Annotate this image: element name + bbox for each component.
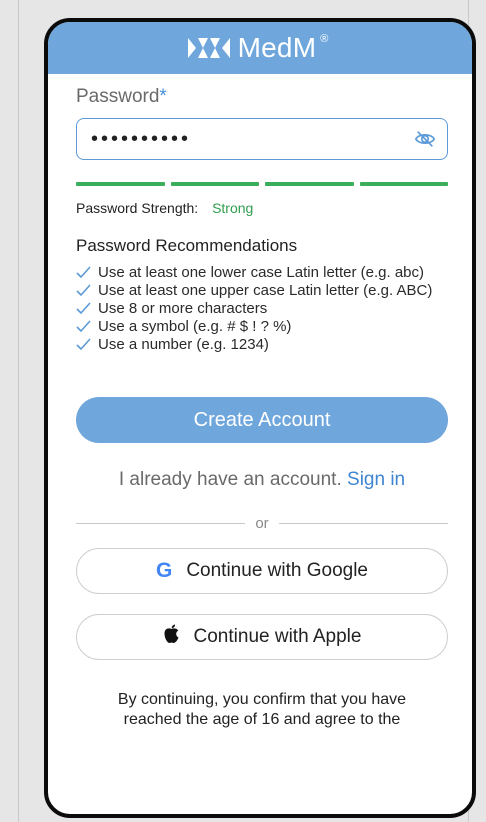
check-icon bbox=[76, 336, 98, 353]
legal-notice: By continuing, you confirm that you have… bbox=[76, 690, 448, 730]
recommendation-text: Use 8 or more characters bbox=[98, 300, 268, 317]
recommendations-title: Password Recommendations bbox=[76, 236, 298, 255]
signin-text: I already have an account. bbox=[118, 469, 342, 490]
signin-link[interactable]: Sign in bbox=[347, 469, 405, 490]
divider-line bbox=[278, 523, 448, 524]
window-edge-left bbox=[18, 0, 19, 822]
google-icon: G bbox=[155, 559, 173, 582]
password-strength-meter bbox=[76, 182, 448, 186]
phone-frame: MedM ® Password* •••••••••• Password Str… bbox=[44, 18, 476, 818]
or-divider: or bbox=[76, 515, 448, 532]
app-header: MedM ® bbox=[48, 22, 472, 74]
password-strength: Password Strength: Strong bbox=[76, 200, 448, 216]
continue-with-google-button[interactable]: G Continue with Google bbox=[76, 548, 448, 594]
recommendation-text: Use a number (e.g. 1234) bbox=[98, 336, 269, 353]
check-icon bbox=[76, 300, 98, 317]
create-account-button[interactable]: Create Account bbox=[76, 397, 448, 443]
recommendation-text: Use a symbol (e.g. # $ ! ? %) bbox=[98, 318, 292, 335]
strength-bar bbox=[76, 182, 165, 186]
brand-name: MedM bbox=[237, 32, 317, 63]
password-label-text: Password bbox=[76, 86, 160, 107]
continue-with-apple-button[interactable]: Continue with Apple bbox=[76, 614, 448, 660]
eye-slash-icon[interactable] bbox=[413, 127, 437, 151]
check-icon bbox=[76, 264, 98, 281]
legal-line: By continuing, you confirm that you have bbox=[117, 691, 407, 708]
recommendation-text: Use at least one upper case Latin letter… bbox=[98, 282, 433, 299]
legal-line: reached the age of 16 and agree to the bbox=[123, 711, 401, 728]
check-icon bbox=[76, 282, 98, 299]
signin-prompt: I already have an account. Sign in bbox=[76, 469, 448, 491]
strength-bar bbox=[359, 182, 448, 186]
check-icon bbox=[76, 318, 98, 335]
registered-mark: ® bbox=[320, 33, 329, 45]
strength-bar bbox=[170, 182, 259, 186]
strength-bar bbox=[265, 182, 354, 186]
required-marker: * bbox=[159, 86, 167, 107]
password-value: •••••••••• bbox=[91, 128, 192, 150]
or-label: or bbox=[255, 515, 269, 532]
strength-label: Password Strength: bbox=[76, 200, 199, 216]
apple-button-label: Continue with Apple bbox=[193, 626, 362, 647]
recommendation-item: Use at least one upper case Latin letter… bbox=[76, 282, 448, 299]
strength-value: Strong bbox=[212, 200, 254, 216]
recommendation-item: Use a symbol (e.g. # $ ! ? %) bbox=[76, 318, 448, 335]
google-button-label: Continue with Google bbox=[186, 560, 368, 581]
divider-line bbox=[76, 523, 246, 524]
apple-icon bbox=[163, 624, 180, 650]
recommendation-item: Use a number (e.g. 1234) bbox=[76, 336, 448, 353]
recommendation-text: Use at least one lower case Latin letter… bbox=[98, 264, 425, 281]
medm-logo-icon bbox=[187, 38, 230, 58]
password-label: Password* bbox=[76, 86, 448, 108]
signup-form: Password* •••••••••• Password Strength: … bbox=[48, 86, 472, 730]
recommendation-item: Use at least one lower case Latin letter… bbox=[76, 264, 448, 281]
recommendations-list: Use at least one lower case Latin letter… bbox=[76, 264, 448, 353]
password-field[interactable]: •••••••••• bbox=[76, 118, 448, 160]
recommendation-item: Use 8 or more characters bbox=[76, 300, 448, 317]
medm-logo: MedM ® bbox=[187, 32, 333, 64]
